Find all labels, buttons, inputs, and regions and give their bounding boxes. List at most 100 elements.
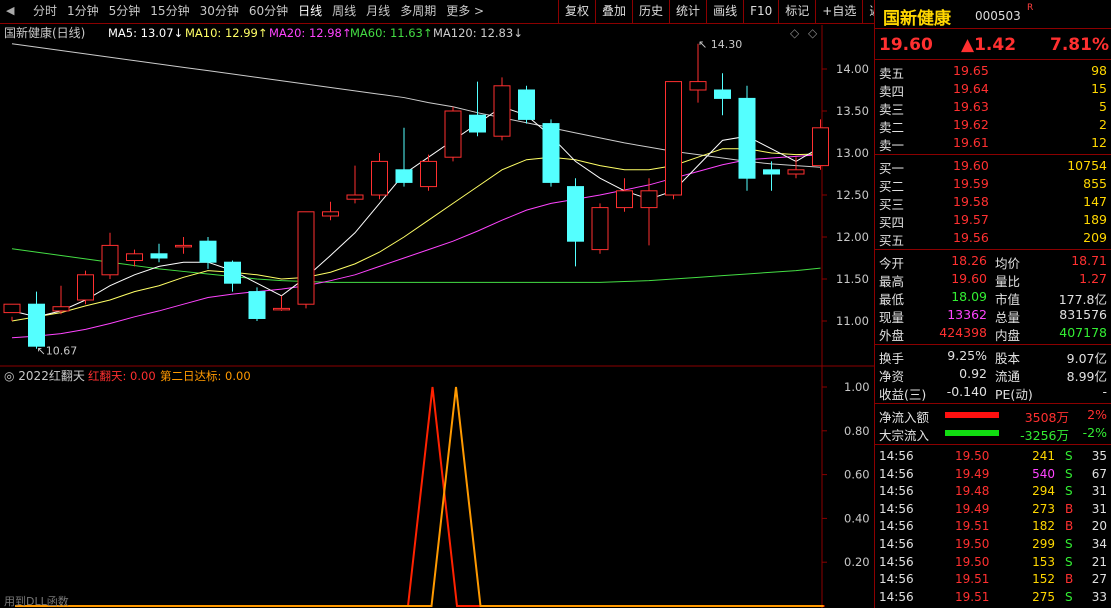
period-tab[interactable]: 15分钟 [145, 0, 194, 23]
tick-count: 67 [1091, 466, 1107, 481]
candle[interactable] [469, 81, 486, 137]
period-tab[interactable]: 分时 [28, 0, 62, 23]
candle[interactable] [689, 43, 707, 103]
candle[interactable] [248, 287, 266, 321]
period-tab[interactable]: 60分钟 [244, 0, 293, 23]
book-volume: 10754 [1067, 158, 1107, 173]
stat-value: 18.26 [951, 253, 987, 268]
candle[interactable] [371, 153, 388, 200]
book-row[interactable]: 卖二 19.62 2 [875, 116, 1111, 135]
candle[interactable] [616, 178, 633, 212]
candle[interactable] [273, 295, 290, 311]
candle[interactable] [126, 249, 143, 267]
tick-volume: 241 [1032, 449, 1055, 463]
diamond-icon[interactable]: ◇ [808, 26, 818, 40]
book-row[interactable]: 卖四 19.64 15 [875, 80, 1111, 99]
candle[interactable] [322, 201, 339, 221]
candle-body [493, 85, 511, 137]
candle[interactable] [101, 232, 119, 279]
tool-button[interactable]: +自选 [815, 0, 862, 23]
book-row[interactable]: 卖三 19.63 5 [875, 98, 1111, 117]
candle[interactable] [444, 106, 462, 162]
candle[interactable] [812, 119, 829, 170]
tool-button[interactable]: 复权 [558, 0, 595, 23]
tick-price: 19.51 [955, 572, 990, 587]
tick-row[interactable]: 14:56 19.48 294 S 31 [875, 483, 1111, 501]
tool-button[interactable]: 标记 [778, 0, 815, 23]
tool-buttons: 复权叠加历史统计画线F10标记+自选返回 [558, 0, 899, 23]
tick-row[interactable]: 14:56 19.50 299 S 34 [875, 536, 1111, 554]
tick-row[interactable]: 14:56 19.50 241 S 35 [875, 448, 1111, 466]
tick-list[interactable]: 14:56 19.50 241 S 35 14:56 19.49 540 S 67 14:56 19.… [875, 445, 1111, 606]
stat-value: 1.27 [1079, 271, 1107, 286]
period-tab[interactable]: 30分钟 [195, 0, 244, 23]
candle[interactable] [640, 178, 658, 246]
tick-row[interactable]: 14:56 19.51 275 S 33 [875, 589, 1111, 607]
candle[interactable] [297, 211, 315, 309]
tick-time: 14:56 [879, 589, 914, 604]
period-tab[interactable]: 月线 [361, 0, 395, 23]
candle[interactable] [714, 73, 731, 116]
period-tab[interactable]: 周线 [327, 0, 361, 23]
tick-side: B [1065, 572, 1074, 587]
tick-price: 19.50 [955, 554, 990, 569]
book-row[interactable]: 买五 19.56 209 [875, 229, 1111, 248]
candle[interactable] [346, 165, 364, 204]
candle[interactable] [542, 119, 560, 187]
candle[interactable] [591, 203, 609, 254]
tick-row[interactable]: 14:56 19.49 540 S 67 [875, 466, 1111, 484]
stock-header: 国新健康 000503 R [875, 0, 1111, 29]
candle[interactable] [150, 243, 168, 263]
candle[interactable] [567, 178, 584, 267]
stat-value: 9.25% [947, 348, 987, 363]
book-row[interactable]: 卖五 19.65 98 [875, 62, 1111, 81]
candle[interactable] [28, 291, 45, 349]
candle[interactable] [665, 81, 682, 200]
candle[interactable] [77, 270, 94, 305]
candle[interactable] [175, 237, 192, 254]
tick-side: S [1065, 589, 1073, 604]
indicator-tick-label: 0.40 [844, 511, 870, 525]
book-price: 19.57 [953, 212, 989, 227]
diamond-icon[interactable]: ◇ [790, 26, 800, 40]
candle[interactable] [738, 85, 756, 191]
tick-price: 19.50 [955, 536, 990, 551]
book-row[interactable]: 买四 19.57 189 [875, 211, 1111, 230]
candle[interactable] [787, 157, 805, 179]
tool-button[interactable]: F10 [743, 0, 778, 23]
tick-row[interactable]: 14:56 19.49 273 B 31 [875, 501, 1111, 519]
book-price: 19.56 [953, 230, 989, 245]
tick-volume: 273 [1032, 501, 1055, 516]
tick-row[interactable]: 14:56 19.51 152 B 27 [875, 571, 1111, 589]
period-tab[interactable]: 5分钟 [104, 0, 146, 23]
tick-row[interactable]: 14:56 19.51 182 B 20 [875, 518, 1111, 536]
chart-svg[interactable]: 国新健康(日线) MA5: 13.07↓ MA10: 12.99↑ MA20: 12.… [0, 25, 874, 608]
book-price: 19.58 [953, 194, 989, 209]
candle[interactable] [763, 161, 780, 191]
candle[interactable] [493, 77, 511, 141]
book-row[interactable]: 买三 19.58 147 [875, 193, 1111, 212]
tick-row[interactable]: 14:56 19.50 153 S 21 [875, 554, 1111, 572]
period-tab[interactable]: 日线 [293, 0, 327, 23]
book-row[interactable]: 买二 19.59 855 [875, 175, 1111, 194]
tool-button[interactable]: 画线 [706, 0, 743, 23]
period-tab[interactable]: 1分钟 [62, 0, 104, 23]
book-volume: 189 [1083, 212, 1107, 227]
candle[interactable] [3, 303, 21, 321]
candle[interactable] [224, 260, 241, 292]
candle-body [199, 240, 217, 263]
period-tab[interactable]: 更多 > [441, 0, 489, 23]
triangle-left-icon[interactable]: ◀ [6, 4, 14, 17]
flow-pct: 2% [1087, 407, 1107, 422]
candle[interactable] [395, 127, 413, 187]
candle[interactable] [420, 154, 437, 191]
price-tick-label: 11.50 [836, 272, 869, 286]
tool-button[interactable]: 叠加 [595, 0, 632, 23]
tool-button[interactable]: 统计 [669, 0, 706, 23]
book-row[interactable]: 卖一 19.61 12 [875, 134, 1111, 153]
tool-button[interactable]: 历史 [632, 0, 669, 23]
period-tab[interactable]: 多周期 [395, 0, 441, 23]
book-row[interactable]: 买一 19.60 10754 [875, 157, 1111, 176]
candle[interactable] [52, 285, 70, 315]
candle[interactable] [518, 85, 535, 124]
